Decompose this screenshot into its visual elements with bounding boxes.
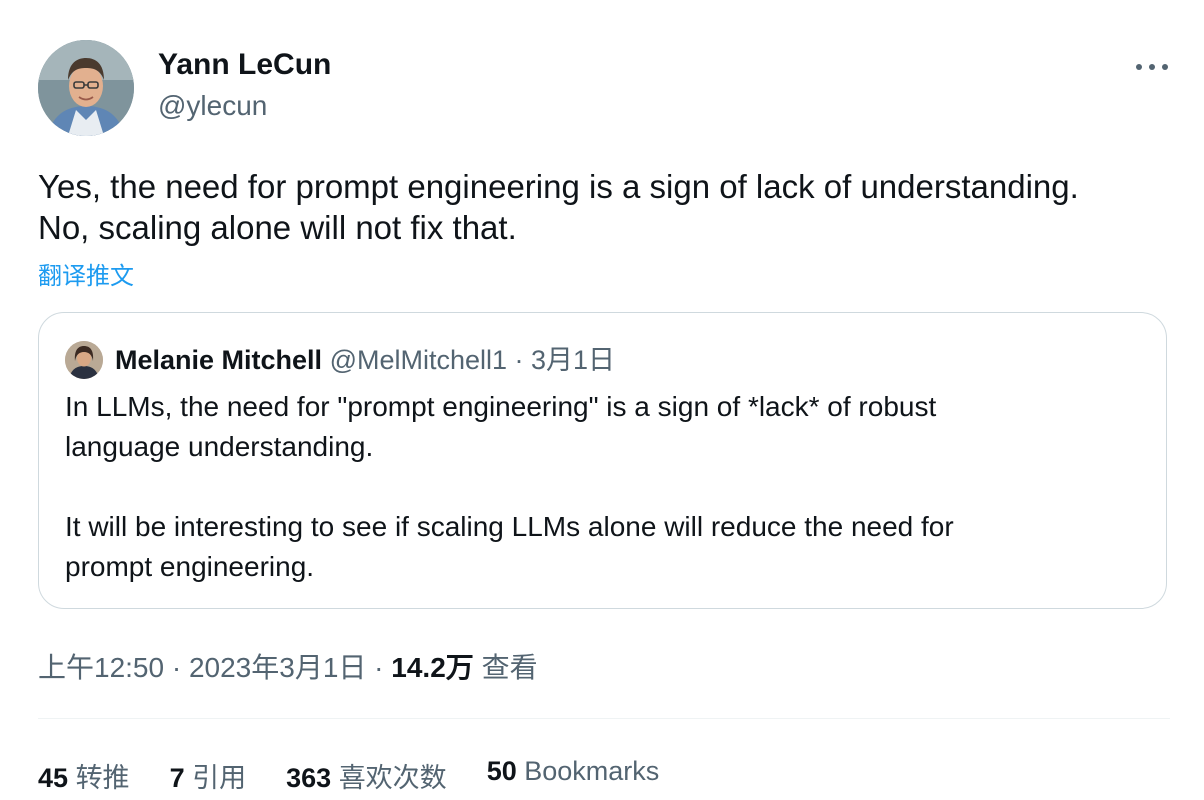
retweets-count: 45 [38, 763, 69, 793]
views-count: 14.2万 [391, 652, 474, 683]
engagement-stats: 45 转推 7 引用 363 喜欢次数 50 Bookmarks [38, 756, 699, 795]
retweets-stat[interactable]: 45 转推 [38, 756, 130, 795]
retweets-label: 转推 [75, 763, 130, 793]
quote-text-line: prompt engineering. [65, 551, 315, 582]
quotes-count: 7 [169, 763, 185, 793]
author-name[interactable]: Yann LeCun [158, 48, 331, 82]
quote-author-name[interactable]: Melanie Mitchell [115, 345, 322, 375]
quotes-label: 引用 [192, 763, 247, 793]
quote-text-line: language understanding. [65, 431, 374, 462]
tweet-text-line: No, scaling alone will not fix that. [38, 209, 517, 246]
avatar-portrait-icon [65, 341, 103, 379]
tweet-timestamp[interactable]: 上午12:50 · 2023年3月1日 · [38, 652, 391, 683]
bookmarks-count: 50 [486, 756, 517, 786]
tweet-text-line: Yes, the need for prompt engineering is … [38, 168, 1079, 205]
quote-author-avatar[interactable] [65, 341, 103, 379]
tweet-text: Yes, the need for prompt engineering is … [38, 166, 1178, 248]
more-options-button[interactable] [1132, 52, 1172, 82]
quote-text-line [65, 467, 1145, 507]
author-avatar[interactable] [38, 40, 134, 136]
bookmarks-label: Bookmarks [524, 756, 660, 786]
likes-label: 喜欢次数 [338, 763, 447, 793]
translate-tweet-link[interactable]: 翻译推文 [38, 256, 134, 291]
quoted-tweet[interactable]: Melanie Mitchell @MelMitchell1 · 3月1日 In… [38, 312, 1167, 609]
bookmarks-stat[interactable]: 50 Bookmarks [487, 756, 660, 795]
quote-header: Melanie Mitchell @MelMitchell1 · 3月1日 [115, 343, 615, 377]
tweet-meta: 上午12:50 · 2023年3月1日 · 14.2万 查看 [38, 646, 538, 686]
quotes-stat[interactable]: 7 引用 [170, 756, 247, 795]
tweet-card: Yann LeCun @ylecun Yes, the need for pro… [0, 0, 1204, 800]
quote-text-line: In LLMs, the need for "prompt engineerin… [65, 391, 937, 422]
author-handle[interactable]: @ylecun [158, 90, 267, 122]
views-label: 查看 [481, 652, 538, 683]
quote-author-meta: @MelMitchell1 · 3月1日 [330, 345, 615, 375]
quote-text-line: It will be interesting to see if scaling… [65, 511, 954, 542]
likes-count: 363 [286, 763, 332, 793]
quote-author-handle-date: @MelMitchell1 · 3月1日 [329, 345, 616, 375]
quote-text: In LLMs, the need for "prompt engineerin… [65, 387, 1145, 587]
divider [38, 718, 1170, 719]
more-dots-icon [1136, 64, 1168, 70]
likes-stat[interactable]: 363 喜欢次数 [286, 756, 447, 795]
avatar-portrait-icon [38, 40, 134, 136]
